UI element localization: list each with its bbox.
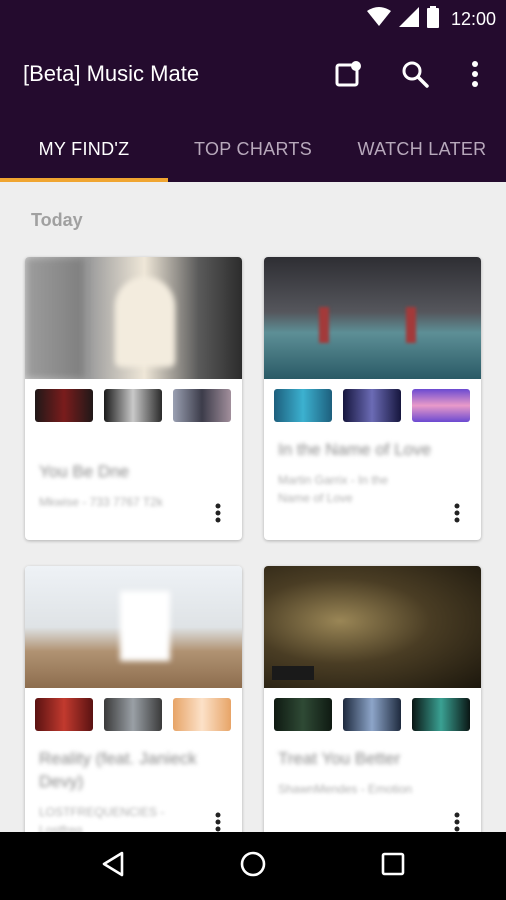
tab-my-findz[interactable]: MY FIND'Z xyxy=(0,116,168,182)
video-title: Reality (feat. Janieck Devy) xyxy=(39,749,197,791)
overflow-menu-icon xyxy=(471,60,479,92)
more-vert-icon xyxy=(215,503,221,528)
related-video-thumbnail[interactable] xyxy=(412,389,470,422)
search-button[interactable] xyxy=(397,58,433,94)
related-video-thumbnail[interactable] xyxy=(343,698,401,731)
tab-bar: MY FIND'Z TOP CHARTS WATCH LATER xyxy=(0,116,506,182)
video-subtitle: ShawnMendes - Emotion xyxy=(278,782,413,796)
home-button[interactable] xyxy=(235,848,271,884)
related-video-thumbnail[interactable] xyxy=(35,698,93,731)
related-video-thumbnail[interactable] xyxy=(173,698,231,731)
recents-button[interactable] xyxy=(375,848,411,884)
related-video-thumbnail[interactable] xyxy=(274,389,332,422)
related-video-thumbnail[interactable] xyxy=(104,698,162,731)
related-video-thumbnail[interactable] xyxy=(343,389,401,422)
video-card[interactable]: In the Name of Love Martin Garrix - In t… xyxy=(264,257,481,540)
related-video-thumbnail[interactable] xyxy=(35,389,93,422)
related-video-thumbnail[interactable] xyxy=(412,698,470,731)
search-icon xyxy=(401,60,429,93)
app-bar: [Beta] Music Mate xyxy=(0,36,506,116)
back-icon xyxy=(100,851,126,882)
status-bar: 12:00 xyxy=(0,0,506,36)
more-vert-icon xyxy=(454,503,460,528)
video-subtitle: Martin Garrix - In the Name of Love xyxy=(278,473,389,505)
notification-button[interactable] xyxy=(330,58,366,94)
video-title: In the Name of Love xyxy=(278,440,432,459)
tab-top-charts[interactable]: TOP CHARTS xyxy=(168,116,338,182)
app-title: [Beta] Music Mate xyxy=(23,61,200,86)
video-card[interactable]: Treat You Better ShawnMendes - Emotion xyxy=(264,566,481,856)
related-video-thumbnail[interactable] xyxy=(104,389,162,422)
video-thumbnail[interactable] xyxy=(264,566,481,688)
section-header: Today xyxy=(31,210,83,230)
video-thumbnail[interactable] xyxy=(264,257,481,379)
card-more-button[interactable] xyxy=(206,503,230,527)
back-button[interactable] xyxy=(95,848,131,884)
related-video-thumbnail[interactable] xyxy=(173,389,231,422)
related-video-thumbnail[interactable] xyxy=(274,698,332,731)
recents-icon xyxy=(380,851,406,882)
video-subtitle: Mkwise - 733 7767 T2k xyxy=(39,495,163,509)
video-thumbnail[interactable] xyxy=(25,566,242,688)
card-more-button[interactable] xyxy=(445,503,469,527)
overflow-menu-button[interactable] xyxy=(457,58,493,94)
signal-icon xyxy=(398,7,419,32)
tab-indicator xyxy=(0,178,168,182)
video-title: You Be Dne xyxy=(39,462,130,481)
wifi-icon xyxy=(366,7,391,32)
navigation-bar xyxy=(0,832,506,900)
notification-icon xyxy=(334,60,362,93)
video-card[interactable]: You Be Dne Mkwise - 733 7767 T2k xyxy=(25,257,242,540)
video-thumbnail[interactable] xyxy=(25,257,242,379)
video-title: Treat You Better xyxy=(278,749,401,768)
tab-watch-later[interactable]: WATCH LATER xyxy=(338,116,506,182)
home-icon xyxy=(239,850,267,883)
video-card[interactable]: Reality (feat. Janieck Devy) LOSTFREQUEN… xyxy=(25,566,242,856)
battery-icon xyxy=(426,6,439,33)
status-time: 12:00 xyxy=(450,9,496,29)
